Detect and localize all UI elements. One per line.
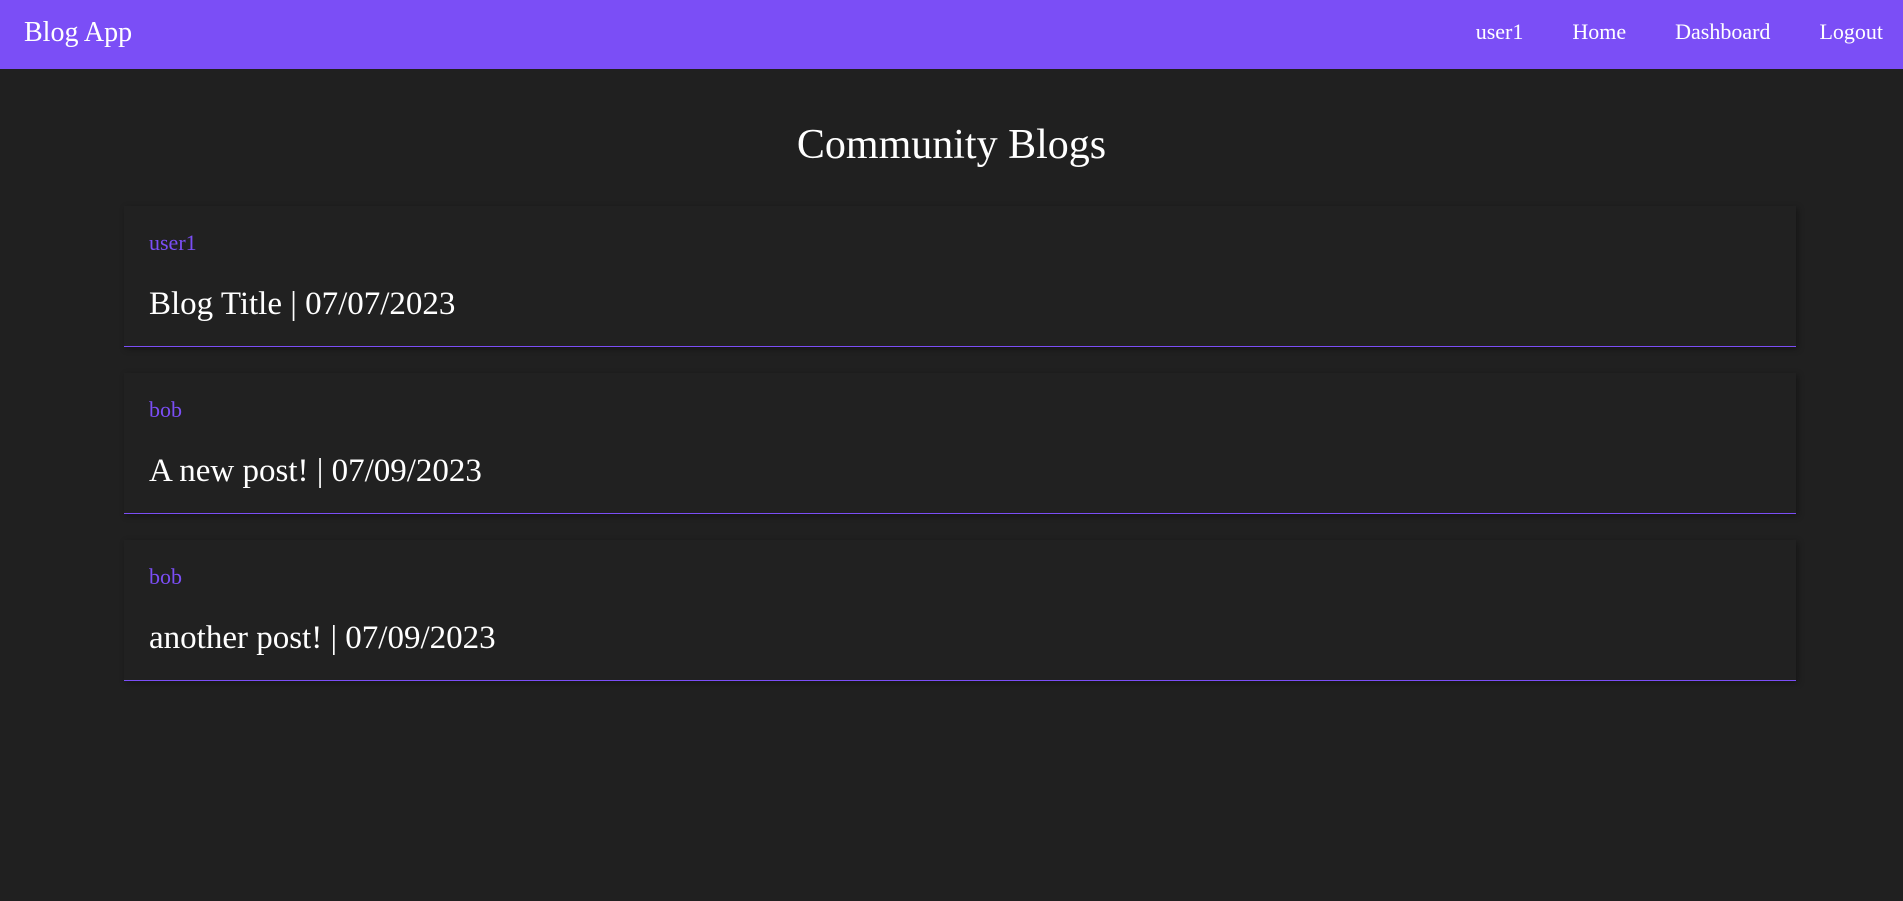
post-title[interactable]: Blog Title | 07/07/2023 — [149, 288, 455, 321]
post-author: user1 — [149, 230, 197, 255]
post-card[interactable]: bob another post! | 07/09/2023 — [124, 540, 1796, 681]
post-author: bob — [149, 397, 182, 422]
page-title: Community Blogs — [796, 122, 1107, 168]
post-card[interactable]: user1 Blog Title | 07/07/2023 — [124, 206, 1796, 347]
brand-title[interactable]: Blog App — [24, 18, 132, 47]
post-card[interactable]: bob A new post! | 07/09/2023 — [124, 373, 1796, 514]
top-navbar: Blog App user1 Home Dashboard Logout — [0, 0, 1903, 69]
post-author: bob — [149, 564, 182, 589]
nav-user-link[interactable]: user1 — [1476, 20, 1524, 43]
nav-links: user1 Home Dashboard Logout — [1476, 20, 1883, 43]
post-title[interactable]: A new post! | 07/09/2023 — [149, 455, 482, 488]
nav-home-link[interactable]: Home — [1572, 20, 1626, 43]
nav-logout-link[interactable]: Logout — [1819, 20, 1883, 43]
post-list: user1 Blog Title | 07/07/2023 bob A new … — [124, 206, 1796, 707]
post-title[interactable]: another post! | 07/09/2023 — [149, 622, 496, 655]
nav-dashboard-link[interactable]: Dashboard — [1675, 20, 1770, 43]
